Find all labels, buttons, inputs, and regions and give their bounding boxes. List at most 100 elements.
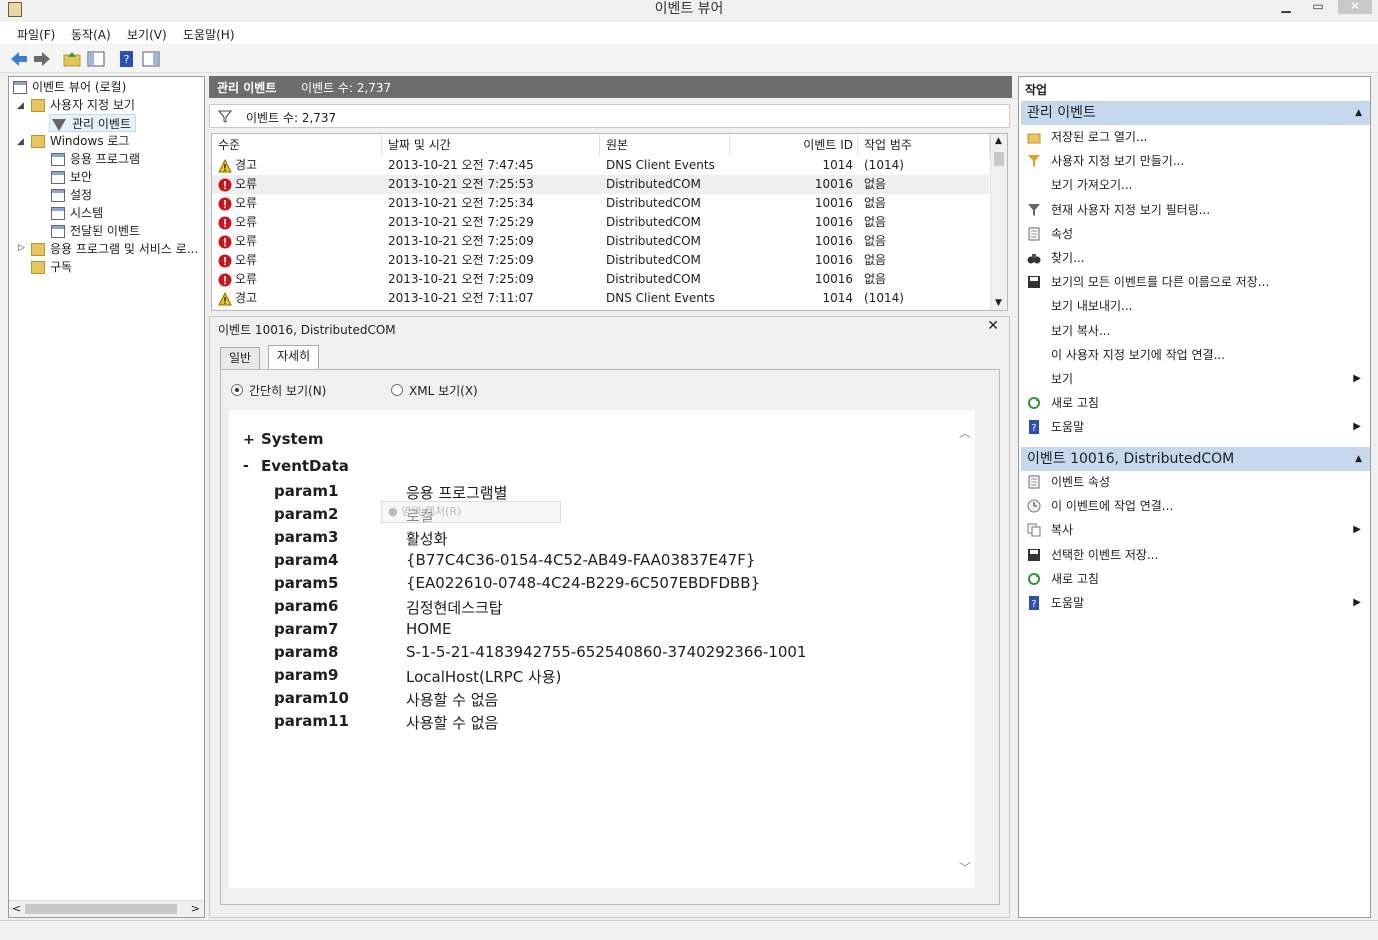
column-event-id[interactable]: 이벤트 ID <box>730 134 858 156</box>
up-folder-icon[interactable] <box>63 50 81 68</box>
action-item[interactable]: 이벤트 속성 <box>1023 471 1367 493</box>
action-item[interactable]: 새로 고침 <box>1023 392 1367 414</box>
action-label: 선택한 이벤트 저장... <box>1051 547 1159 562</box>
action-item[interactable]: 이 이벤트에 작업 연결... <box>1023 495 1367 517</box>
tree-application[interactable]: 응용 프로그램 <box>51 150 140 168</box>
tree-setup[interactable]: 설정 <box>51 186 92 204</box>
menu-action[interactable]: 동작(A) <box>71 26 111 43</box>
menu-file[interactable]: 파일(F) <box>17 26 55 43</box>
action-item[interactable]: 선택한 이벤트 저장... <box>1023 544 1367 566</box>
action-item[interactable]: 이 사용자 지정 보기에 작업 연결... <box>1023 344 1367 366</box>
collapse-section-icon[interactable]: ▲ <box>1355 101 1362 125</box>
detail-title: 이벤트 10016, DistributedCOM <box>218 323 396 337</box>
tree-admin-events[interactable]: 관리 이벤트 <box>49 114 137 132</box>
properties-icon <box>1028 227 1040 241</box>
help-icon[interactable]: ? <box>118 50 136 68</box>
table-row[interactable]: 오류 2013-10-21 오전 7:25:09 DistributedCOM 100… <box>212 232 989 251</box>
action-item[interactable]: 현재 사용자 지정 보기 필터링... <box>1023 199 1367 221</box>
collapsed-arrow-icon[interactable]: ▷ <box>18 243 25 253</box>
action-item[interactable]: 보기의 모든 이벤트를 다른 이름으로 저장... <box>1023 271 1367 293</box>
close-button[interactable]: ✕ <box>1338 0 1372 14</box>
scroll-left-icon[interactable]: < <box>12 902 21 915</box>
action-item[interactable]: 보기 가져오기... <box>1023 174 1367 196</box>
action-item[interactable]: 찾기... <box>1023 247 1367 269</box>
tree-custom-views[interactable]: 사용자 지정 보기 <box>31 96 135 114</box>
tree-root[interactable]: 이벤트 뷰어 (로컬) <box>13 78 126 96</box>
tab-general[interactable]: 일반 <box>220 347 261 369</box>
back-arrow-icon[interactable] <box>10 50 28 68</box>
scroll-up-icon[interactable]: ▲ <box>995 136 1002 146</box>
row-source: DistributedCOM <box>606 253 701 267</box>
row-category: (1014) <box>864 158 904 172</box>
action-item[interactable]: 복사 ▶ <box>1023 519 1367 541</box>
action-item[interactable]: 보기 복사... <box>1023 320 1367 342</box>
action-item[interactable]: 새로 고침 <box>1023 568 1367 590</box>
scroll-right-icon[interactable]: > <box>191 902 200 915</box>
tree-windows-logs[interactable]: Windows 로그 <box>31 132 129 150</box>
scroll-thumb[interactable] <box>25 904 177 914</box>
actions-section-event[interactable]: 이벤트 10016, DistributedCOM ▲ <box>1021 447 1370 471</box>
table-row[interactable]: 오류 2013-10-21 오전 7:25:29 DistributedCOM 100… <box>212 213 989 232</box>
action-item[interactable]: 보기 내보내기... <box>1023 295 1367 317</box>
table-row[interactable]: 오류 2013-10-21 오전 7:25:53 DistributedCOM 100… <box>212 175 989 194</box>
radio-friendly-view[interactable] <box>231 384 243 396</box>
collapse-section-icon[interactable]: ▲ <box>1355 447 1362 471</box>
column-datetime[interactable]: 날짜 및 시간 <box>382 134 600 156</box>
horizontal-scrollbar[interactable]: < > <box>9 900 204 917</box>
table-row[interactable]: 오류 2013-10-21 오전 7:25:09 DistributedCOM 100… <box>212 251 989 270</box>
action-label: 이 이벤트에 작업 연결... <box>1051 499 1174 514</box>
column-source[interactable]: 원본 <box>600 134 730 156</box>
action-item[interactable]: ? 도움말 ▶ <box>1023 592 1367 614</box>
tree-apps-services[interactable]: 응용 프로그램 및 서비스 로... <box>31 240 198 258</box>
row-level: 오류 <box>235 253 258 267</box>
row-datetime: 2013-10-21 오전 7:25:09 <box>388 272 534 286</box>
table-row[interactable]: 경고 2013-10-21 오전 7:11:07 DNS Client Events… <box>212 289 989 308</box>
scroll-thumb[interactable] <box>994 152 1004 166</box>
eventdata-node[interactable]: EventData <box>261 457 349 475</box>
show-hide-tree-icon[interactable] <box>87 50 105 68</box>
scroll-up-icon[interactable]: ︿ <box>959 424 971 441</box>
forward-arrow-icon[interactable] <box>33 50 51 68</box>
folder-icon <box>31 99 45 112</box>
maximize-button[interactable]: ▭ <box>1304 0 1332 14</box>
minimize-button[interactable]: ▁ <box>1272 0 1300 14</box>
tab-details[interactable]: 자세히 <box>268 345 320 369</box>
title-bar: 이벤트 뷰어 ▁ ▭ ✕ <box>0 0 1378 22</box>
action-item[interactable]: 속성 <box>1023 223 1367 245</box>
status-bar <box>0 920 1378 940</box>
system-node[interactable]: System <box>261 430 323 448</box>
table-row[interactable]: 경고 2013-10-21 오전 7:47:45 DNS Client Events… <box>212 156 989 175</box>
row-event-id: 10016 <box>814 215 853 229</box>
action-item[interactable]: ? 도움말 ▶ <box>1023 416 1367 438</box>
action-item[interactable]: 보기 ▶ <box>1023 368 1367 390</box>
vertical-scrollbar[interactable]: ▲ ▼ <box>990 134 1007 310</box>
scroll-down-icon[interactable]: ▼ <box>995 298 1002 308</box>
expanded-arrow-icon[interactable]: ◢ <box>17 101 24 111</box>
tree-system[interactable]: 시스템 <box>51 204 103 222</box>
show-hide-action-pane-icon[interactable] <box>142 50 160 68</box>
action-item[interactable]: 저장된 로그 열기... <box>1023 126 1367 148</box>
radio-xml-view[interactable] <box>391 384 403 396</box>
action-label: 도움말 <box>1051 420 1085 435</box>
event-viewer-icon <box>13 81 27 94</box>
eventdata-collapse-toggle[interactable]: - <box>243 458 249 474</box>
column-level[interactable]: 수준 <box>212 134 382 156</box>
column-category[interactable]: 작업 범주 <box>858 134 990 156</box>
menu-help[interactable]: 도움말(H) <box>183 26 235 43</box>
param-name: param2 <box>274 505 339 523</box>
table-row[interactable]: 오류 2013-10-21 오전 7:25:09 DistributedCOM 100… <box>212 270 989 289</box>
tree-security[interactable]: 보안 <box>51 168 92 186</box>
tree-subscriptions[interactable]: 구독 <box>31 258 72 276</box>
expanded-arrow-icon[interactable]: ◢ <box>17 137 24 147</box>
tree-forwarded-events[interactable]: 전달된 이벤트 <box>51 222 140 240</box>
action-item[interactable]: 사용자 지정 보기 만들기... <box>1023 150 1367 172</box>
close-detail-icon[interactable]: ✕ <box>987 318 999 334</box>
actions-section-admin-events[interactable]: 관리 이벤트 ▲ <box>1021 101 1370 125</box>
row-category: 없음 <box>864 196 887 210</box>
log-icon <box>51 225 65 238</box>
scroll-down-icon[interactable]: ﹀ <box>959 859 971 876</box>
menu-view[interactable]: 보기(V) <box>127 26 167 43</box>
table-row[interactable]: 오류 2013-10-21 오전 7:25:34 DistributedCOM 100… <box>212 194 989 213</box>
binoculars-icon <box>1027 254 1041 264</box>
system-expand-toggle[interactable]: + <box>243 432 255 448</box>
